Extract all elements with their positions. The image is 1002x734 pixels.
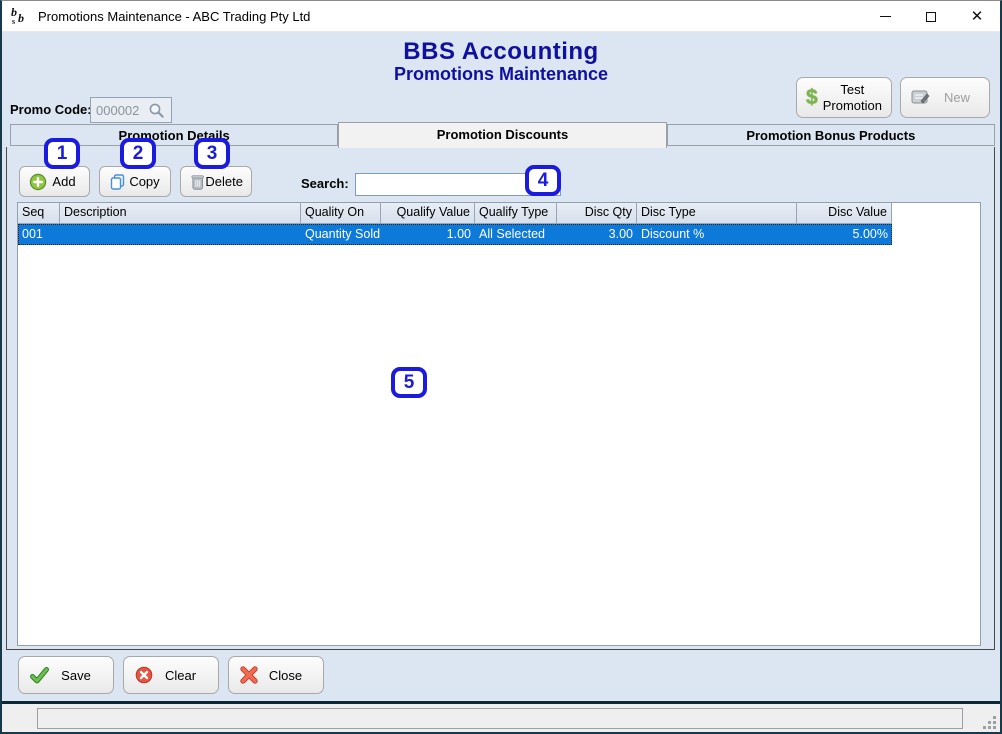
save-button[interactable]: Save bbox=[18, 656, 114, 694]
svg-text:b: b bbox=[18, 11, 24, 25]
header-cell-qualify-value[interactable]: Qualify Value bbox=[381, 203, 475, 224]
close-button[interactable]: Close bbox=[228, 656, 324, 694]
status-bar bbox=[2, 701, 1000, 732]
resize-grip-icon[interactable] bbox=[982, 715, 996, 729]
window-title: Promotions Maintenance - ABC Trading Pty… bbox=[38, 9, 310, 24]
annotation-badge-3: 3 bbox=[194, 138, 230, 169]
header-cell-disc-type[interactable]: Disc Type bbox=[637, 203, 797, 224]
promo-code-label: Promo Code: bbox=[10, 102, 92, 117]
cell-qualify-value[interactable]: 1.00 bbox=[381, 224, 475, 245]
maximize-icon bbox=[926, 12, 936, 22]
copy-icon bbox=[109, 173, 127, 191]
maximize-button[interactable] bbox=[908, 1, 954, 32]
status-message-field bbox=[37, 708, 963, 729]
cell-qualify-type[interactable]: All Selected bbox=[475, 224, 557, 245]
copy-button[interactable]: Copy bbox=[99, 166, 171, 197]
header-cell-disc-qty[interactable]: Disc Qty bbox=[557, 203, 637, 224]
new-form-icon bbox=[911, 89, 931, 106]
red-x-icon bbox=[240, 666, 258, 684]
promo-code-input[interactable] bbox=[96, 103, 148, 118]
discounts-table: Seq Description Quality On Qualify Value… bbox=[17, 202, 981, 646]
test-promotion-button[interactable]: $ Test Promotion bbox=[796, 77, 892, 118]
cell-seq[interactable]: 001 bbox=[18, 224, 60, 245]
add-icon bbox=[29, 173, 47, 191]
header-cell-disc-value[interactable]: Disc Value bbox=[797, 203, 892, 224]
header-cell-seq[interactable]: Seq bbox=[18, 203, 60, 224]
table-header-row: Seq Description Quality On Qualify Value… bbox=[18, 203, 980, 224]
titlebar[interactable]: b b s Promotions Maintenance - ABC Tradi… bbox=[2, 1, 1000, 32]
save-label: Save bbox=[49, 668, 113, 683]
svg-text:s: s bbox=[12, 17, 15, 26]
add-button[interactable]: Add bbox=[19, 166, 90, 197]
close-label: Close bbox=[258, 668, 323, 683]
app-title: BBS Accounting bbox=[2, 38, 1000, 66]
minimize-button[interactable] bbox=[862, 1, 908, 32]
close-icon: ✕ bbox=[971, 9, 984, 24]
clear-label: Clear bbox=[153, 668, 218, 683]
cell-description[interactable] bbox=[60, 224, 301, 245]
dollar-icon: $ bbox=[806, 86, 818, 110]
promo-code-field[interactable] bbox=[90, 97, 172, 123]
cell-quality-on[interactable]: Quantity Sold bbox=[301, 224, 381, 245]
cell-disc-type[interactable]: Discount % bbox=[637, 224, 797, 245]
test-promotion-label: Test Promotion bbox=[818, 82, 891, 113]
checkmark-icon bbox=[30, 667, 49, 684]
annotation-badge-5: 5 bbox=[391, 367, 427, 398]
clear-icon bbox=[135, 666, 153, 684]
app-window: b b s Promotions Maintenance - ABC Tradi… bbox=[0, 0, 1002, 734]
table-row-selected[interactable]: 001 Quantity Sold 1.00 All Selected 3.00… bbox=[18, 224, 892, 245]
new-label: New bbox=[931, 90, 989, 105]
header-cell-qualify-type[interactable]: Qualify Type bbox=[475, 203, 557, 224]
tab-bar: Promotion Details Promotion Discounts Pr… bbox=[10, 122, 995, 148]
table-empty-area bbox=[18, 245, 980, 645]
cell-disc-value[interactable]: 5.00% bbox=[797, 224, 892, 245]
cell-disc-qty[interactable]: 3.00 bbox=[557, 224, 637, 245]
minimize-icon bbox=[880, 16, 891, 17]
header-cell-quality-on[interactable]: Quality On bbox=[301, 203, 381, 224]
annotation-badge-1: 1 bbox=[44, 138, 80, 169]
add-label: Add bbox=[47, 174, 89, 189]
magnifier-icon[interactable] bbox=[148, 102, 165, 119]
annotation-badge-2: 2 bbox=[120, 138, 156, 169]
delete-label: Delete bbox=[205, 174, 251, 189]
tab-promotion-bonus-products[interactable]: Promotion Bonus Products bbox=[667, 124, 995, 146]
search-label: Search: bbox=[301, 176, 349, 191]
delete-button[interactable]: Delete bbox=[180, 166, 252, 197]
header-cell-description[interactable]: Description bbox=[60, 203, 301, 224]
promotion-discounts-panel: Add Copy Delete Search: Seq bbox=[6, 147, 995, 650]
new-button[interactable]: New bbox=[900, 77, 990, 118]
tab-promotion-discounts[interactable]: Promotion Discounts bbox=[338, 122, 666, 148]
annotation-badge-4: 4 bbox=[525, 165, 561, 196]
delete-icon bbox=[190, 173, 205, 191]
clear-button[interactable]: Clear bbox=[123, 656, 219, 694]
app-logo-icon: b b s bbox=[10, 5, 30, 27]
copy-label: Copy bbox=[127, 174, 170, 189]
window-close-button[interactable]: ✕ bbox=[954, 1, 1000, 32]
